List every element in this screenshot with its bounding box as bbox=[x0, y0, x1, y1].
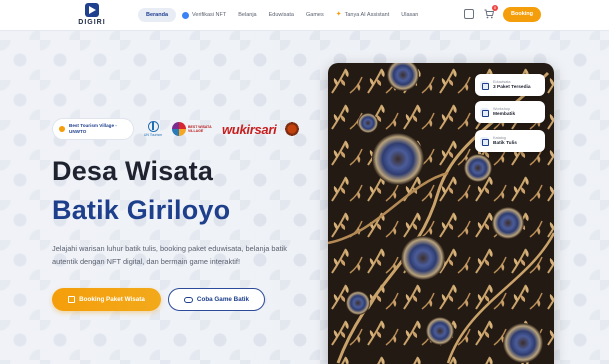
award-text: Best Tourism Village - UNWTO bbox=[69, 123, 117, 134]
un-globe-icon bbox=[147, 121, 159, 132]
logo-mark-icon bbox=[85, 3, 99, 17]
coba-game-label: Coba Game Batik bbox=[196, 296, 250, 303]
nav-item-ai-assistant[interactable]: ✦ Tanya AI Assistant bbox=[330, 8, 396, 22]
logo-text: DIGIRI bbox=[78, 19, 106, 26]
booking-paket-button[interactable]: Booking Paket Wisata bbox=[52, 288, 161, 311]
site-header: DIGIRI Beranda Verifikasi NFT Belanja Ed… bbox=[0, 0, 609, 31]
info-card-text: Workshop Membatik bbox=[493, 107, 515, 118]
nav-label: Tanya AI Assistant bbox=[344, 12, 390, 18]
nav-item-eduwisata[interactable]: Eduwisata bbox=[263, 8, 300, 22]
un-tourism-label: UN Tourism bbox=[143, 133, 163, 137]
logo[interactable]: DIGIRI bbox=[76, 3, 108, 29]
nav-label: Beranda bbox=[146, 12, 169, 18]
booking-paket-label: Booking Paket Wisata bbox=[79, 296, 145, 303]
info-card-workshop[interactable]: Workshop Membatik bbox=[475, 101, 545, 123]
info-card-text: Eduwisata 3 Paket Tersedia bbox=[493, 80, 531, 91]
sparkle-icon: ✦ bbox=[335, 11, 342, 18]
main-nav: Beranda Verifikasi NFT Belanja Eduwisata… bbox=[138, 8, 424, 22]
nav-label: Ulasan bbox=[401, 12, 419, 18]
award-pill: Best Tourism Village - UNWTO bbox=[52, 118, 134, 140]
book-icon bbox=[480, 80, 489, 90]
nav-item-belanja[interactable]: Belanja bbox=[232, 8, 262, 22]
calendar-icon bbox=[68, 296, 76, 303]
info-card-value: Membatik bbox=[493, 111, 516, 117]
hero-title-line1: Desa Wisata bbox=[52, 156, 214, 186]
nav-item-beranda[interactable]: Beranda bbox=[138, 8, 177, 22]
award-icon bbox=[59, 126, 65, 132]
award-row: Best Tourism Village - UNWTO UN Tourism … bbox=[52, 118, 301, 140]
cart-icon[interactable]: 0 bbox=[484, 5, 498, 19]
cart-badge: 0 bbox=[492, 5, 498, 11]
nav-label: Belanja bbox=[238, 12, 257, 18]
info-card-value: 3 Paket Tersedia bbox=[493, 84, 531, 90]
un-tourism-logo: UN Tourism bbox=[142, 121, 164, 137]
calendar-icon[interactable] bbox=[464, 9, 474, 19]
best-wisata-village-logo: BEST WISATA VILLAGE bbox=[172, 121, 214, 137]
nav-item-verifikasi-nft[interactable]: Verifikasi NFT bbox=[176, 8, 232, 22]
brush-icon bbox=[480, 107, 489, 117]
info-card-text: Katalog Batik Tulis bbox=[493, 136, 517, 147]
coba-game-button[interactable]: Coba Game Batik bbox=[168, 288, 265, 311]
garuda-emblem-icon bbox=[284, 121, 301, 137]
info-card-katalog[interactable]: Katalog Batik Tulis bbox=[475, 130, 545, 152]
nav-label: Verifikasi NFT bbox=[192, 12, 227, 18]
wukirsari-logo: wukirsari bbox=[222, 121, 277, 137]
bwv-emblem-icon bbox=[172, 122, 186, 136]
hero-description: Jelajahi warisan luhur batik tulis, book… bbox=[52, 244, 287, 266]
info-card-value: Batik Tulis bbox=[493, 140, 517, 146]
catalog-icon bbox=[480, 136, 489, 146]
bwv-label: BEST WISATA VILLAGE bbox=[188, 125, 212, 133]
header-icons: 0 bbox=[464, 5, 498, 19]
nav-item-ulasan[interactable]: Ulasan bbox=[395, 8, 424, 22]
gamepad-icon bbox=[183, 296, 193, 303]
info-card-eduwisata[interactable]: Eduwisata 3 Paket Tersedia bbox=[475, 74, 545, 96]
nav-label: Games bbox=[306, 12, 324, 18]
nft-badge-icon bbox=[182, 11, 190, 19]
hero-title-line2: Batik Giriloyo bbox=[52, 195, 231, 225]
nav-label: Eduwisata bbox=[268, 12, 294, 18]
booking-button[interactable]: Booking bbox=[503, 7, 541, 22]
nav-item-games[interactable]: Games bbox=[300, 8, 330, 22]
